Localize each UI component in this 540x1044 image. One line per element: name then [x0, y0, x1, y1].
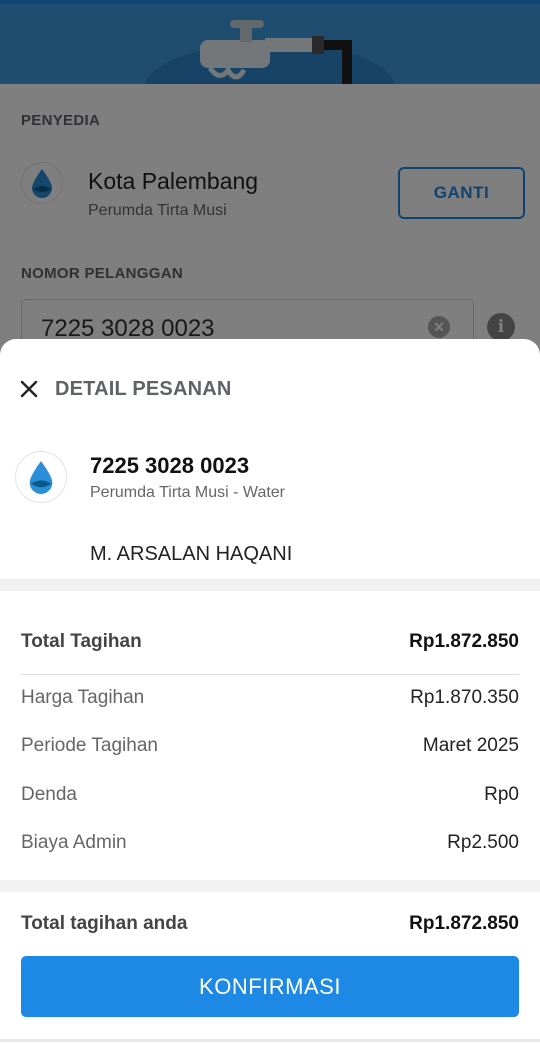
your-total-label: Total tagihan anda: [21, 913, 188, 934]
admin-fee-label: Biaya Admin: [21, 832, 127, 853]
penalty-label: Denda: [21, 784, 77, 805]
admin-fee-value: Rp2.500: [447, 832, 519, 853]
admin-fee-row: Biaya Admin Rp2.500: [21, 828, 519, 858]
penalty-value: Rp0: [484, 784, 519, 805]
confirm-button[interactable]: KONFIRMASI: [21, 956, 519, 1017]
sheet-title: DETAIL PESANAN: [55, 378, 232, 400]
your-total-value: Rp1.872.850: [409, 913, 519, 934]
bill-price-value: Rp1.870.350: [410, 687, 519, 708]
bill-price-label: Harga Tagihan: [21, 687, 145, 708]
section-divider: [0, 579, 540, 591]
penalty-row: Denda Rp0: [21, 780, 519, 810]
bottom-divider: [0, 1039, 540, 1042]
bill-price-row: Harga Tagihan Rp1.870.350: [21, 683, 519, 713]
order-provider-logo: [15, 451, 67, 503]
close-icon[interactable]: [17, 377, 41, 401]
total-bill-value: Rp1.872.850: [409, 631, 519, 652]
bill-period-label: Periode Tagihan: [21, 735, 158, 756]
footer-divider: [0, 880, 540, 892]
summary-divider: [21, 674, 519, 675]
water-drop-icon: [29, 461, 53, 494]
order-number: 7225 3028 0023: [90, 453, 250, 478]
bill-period-row: Periode Tagihan Maret 2025: [21, 731, 519, 761]
your-total-row: Total tagihan anda Rp1.872.850: [21, 909, 519, 939]
order-provider: Perumda Tirta Musi - Water: [90, 484, 286, 501]
total-bill-row: Total Tagihan Rp1.872.850: [21, 627, 519, 657]
bill-period-value: Maret 2025: [422, 735, 519, 756]
order-detail-sheet: DETAIL PESANAN 7225 3028 0023 Perumda Ti…: [0, 339, 540, 1044]
total-bill-label: Total Tagihan: [21, 631, 142, 652]
customer-name: M. ARSALAN HAQANI: [90, 543, 293, 565]
